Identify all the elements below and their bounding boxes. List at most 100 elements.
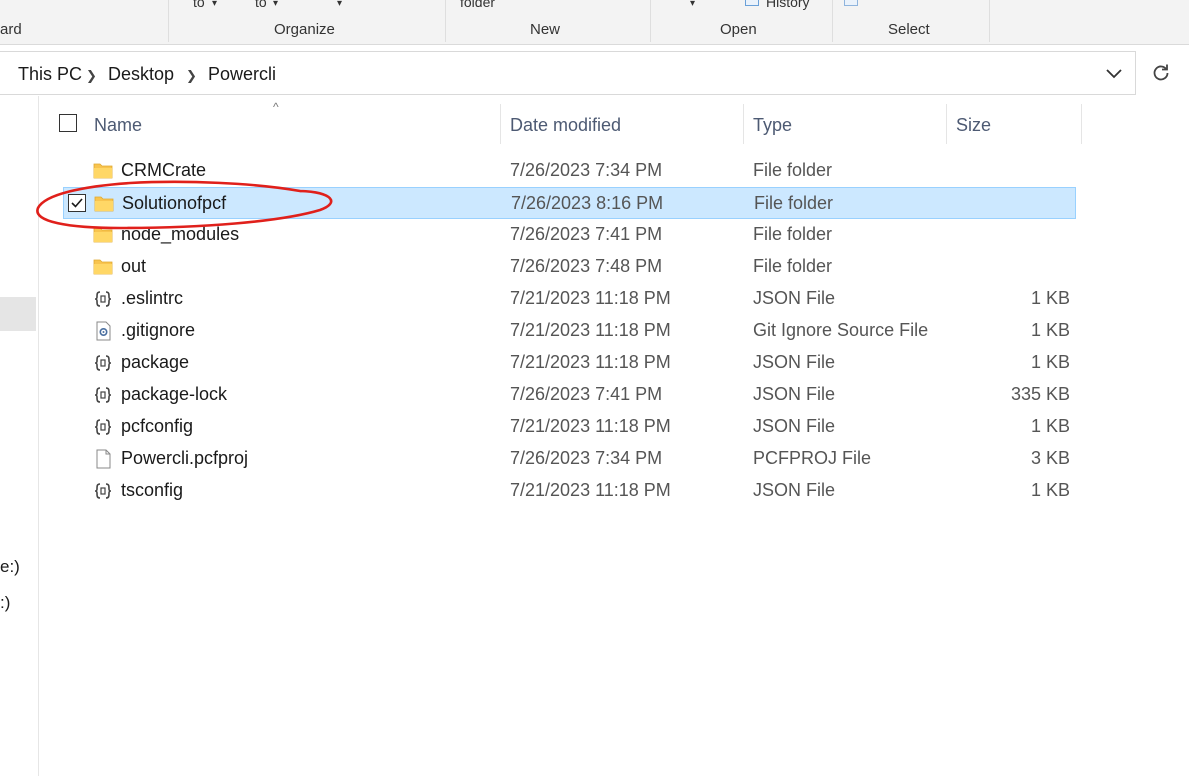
select-all-icon [844,0,858,6]
checkmark-icon [71,198,83,208]
organize-group-label: Organize [274,21,335,38]
file-size: 1 KB [1030,480,1070,500]
file-row[interactable]: .eslintrc 7/21/2023 11:18 PM JSON File 1 KB [63,283,1076,315]
column-divider[interactable] [743,104,744,144]
file-row[interactable]: .gitignore 7/21/2023 11:18 PM Git Ignore S… [63,315,1076,347]
navigation-pane[interactable] [0,96,39,776]
json-file-icon [94,355,112,371]
file-date: 7/21/2023 11:18 PM [510,480,671,500]
file-size: 3 KB [1030,448,1070,468]
row-checkbox[interactable] [68,194,86,212]
file-type: File folder [754,193,834,213]
file-name[interactable]: out [121,256,146,277]
column-divider[interactable] [1081,104,1082,144]
file-row[interactable]: pcfconfig 7/21/2023 11:18 PM JSON File 1 KB [63,411,1076,443]
file-type: JSON File [753,288,836,308]
nav-selected-item[interactable] [0,297,36,331]
move-to-button[interactable]: to [193,0,205,10]
ribbon-separator [650,0,651,42]
file-name[interactable]: Powercli.pcfproj [121,448,248,469]
file-type: PCFPROJ File [753,448,872,468]
file-date: 7/26/2023 7:41 PM [510,224,663,244]
file-date: 7/26/2023 7:34 PM [510,448,663,468]
chevron-right-icon[interactable]: ❯ [186,68,197,84]
file-row[interactable]: package 7/21/2023 11:18 PM JSON File 1 KB [63,347,1076,379]
history-icon [745,0,759,6]
refresh-icon [1153,64,1169,81]
file-size: 1 KB [1030,416,1070,436]
file-name[interactable]: CRMCrate [121,160,206,181]
column-header-date[interactable]: Date modified [510,115,621,136]
blank-file-icon [96,449,111,469]
file-type: JSON File [753,384,836,404]
file-row[interactable]: Powercli.pcfproj 7/26/2023 7:34 PM PCFPROJ… [63,443,1076,475]
nav-drive-item[interactable]: e:) [0,557,20,577]
json-file-icon [94,419,112,435]
select-all-checkbox[interactable] [59,114,77,132]
json-file-icon [94,387,112,403]
address-history-dropdown-icon[interactable] [1104,63,1124,83]
breadcrumb-this-pc[interactable]: This PC [18,64,82,85]
file-size: 1 KB [1030,352,1070,372]
column-header-name[interactable]: Name [94,115,142,136]
file-name[interactable]: package [121,352,189,373]
column-divider[interactable] [946,104,947,144]
file-name[interactable]: pcfconfig [121,416,193,437]
ribbon-separator [989,0,990,42]
column-header-size[interactable]: Size [956,115,991,136]
folder-icon [93,227,113,243]
file-type: JSON File [753,480,836,500]
ribbon-separator [445,0,446,42]
file-row[interactable]: node_modules 7/26/2023 7:41 PM File folder [63,219,1076,251]
sort-ascending-icon: ^ [273,100,279,114]
copy-to-button[interactable]: to [255,0,267,10]
file-type: File folder [753,256,833,276]
file-date: 7/21/2023 11:18 PM [510,416,671,436]
file-type: File folder [753,160,833,180]
file-size: 1 KB [1030,320,1070,340]
folder-icon [94,196,114,212]
file-type: JSON File [753,416,836,436]
folder-icon [93,259,113,275]
file-row[interactable]: package-lock 7/26/2023 7:41 PM JSON File 33… [63,379,1076,411]
file-name[interactable]: .gitignore [121,320,195,341]
ribbon-separator [168,0,169,42]
column-header-type[interactable]: Type [753,115,792,136]
file-date: 7/26/2023 7:48 PM [510,256,663,276]
file-name[interactable]: package-lock [121,384,227,405]
file-name[interactable]: node_modules [121,224,239,245]
file-type: Git Ignore Source File [753,320,929,340]
file-date: 7/26/2023 7:34 PM [510,160,663,180]
file-row[interactable]: out 7/26/2023 7:48 PM File folder [63,251,1076,283]
file-name[interactable]: Solutionofpcf [122,193,226,214]
column-divider[interactable] [500,104,501,144]
file-row[interactable]: Solutionofpcf 7/26/2023 8:16 PM File folde… [63,187,1076,219]
file-name[interactable]: .eslintrc [121,288,183,309]
new-folder-button[interactable]: folder [460,0,495,10]
breadcrumb-powercli[interactable]: Powercli [208,64,276,85]
json-file-icon [94,291,112,307]
file-date: 7/26/2023 8:16 PM [511,193,664,213]
file-name[interactable]: tsconfig [121,480,183,501]
history-button[interactable]: History [766,0,810,10]
address-bar[interactable]: This PC ❯ Desktop ❯ Powercli [0,51,1136,95]
refresh-button[interactable] [1140,51,1182,95]
new-group-label: New [530,21,561,38]
file-type: JSON File [753,352,836,372]
chevron-right-icon[interactable]: ❯ [86,68,97,84]
chevron-down-icon[interactable]: ▾ [337,0,342,9]
file-row[interactable]: tsconfig 7/21/2023 11:18 PM JSON File 1 KB [63,475,1076,507]
file-date: 7/21/2023 11:18 PM [510,320,671,340]
clipboard-group-label: ard [0,21,22,38]
chevron-down-icon[interactable]: ▾ [690,0,695,9]
folder-icon [93,163,113,179]
file-row[interactable]: CRMCrate 7/26/2023 7:34 PM File folder [63,155,1076,187]
breadcrumb-desktop[interactable]: Desktop [108,64,174,85]
file-size: 335 KB [1010,384,1070,404]
file-type: File folder [753,224,833,244]
file-size: 1 KB [1030,288,1070,308]
file-date: 7/21/2023 11:18 PM [510,288,671,308]
nav-drive-item[interactable]: :) [0,593,10,613]
chevron-down-icon: ▾ [212,0,218,9]
json-file-icon [94,483,112,499]
